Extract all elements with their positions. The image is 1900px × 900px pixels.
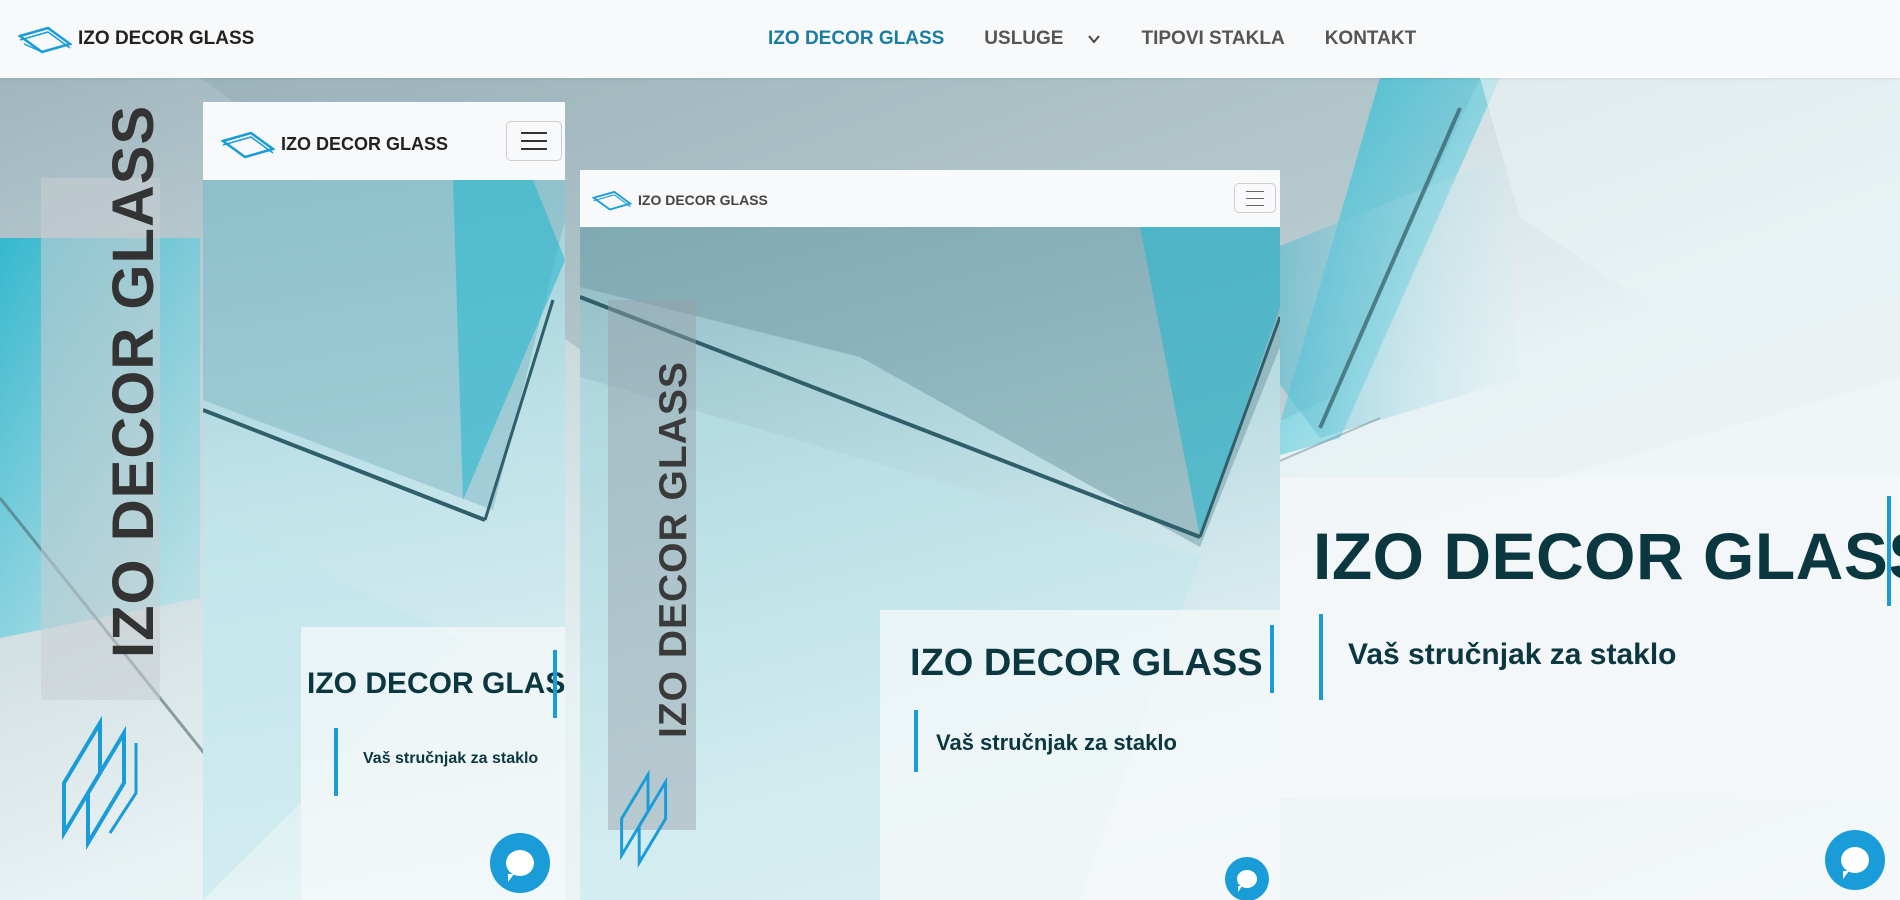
- chevron-down-icon[interactable]: [1087, 32, 1101, 46]
- brand-name: IZO DECOR GLASS: [78, 28, 255, 49]
- tablet-vertical-text: IZO DECOR GLASS: [652, 361, 695, 738]
- mobile-hamburger-button[interactable]: [506, 121, 562, 161]
- logo-icon: [592, 190, 632, 211]
- mobile-chat-button[interactable]: [490, 833, 550, 893]
- tablet-brand-name: IZO DECOR GLASS: [638, 192, 768, 208]
- brand-logo-link[interactable]: IZO DECOR GLASS: [18, 24, 254, 54]
- hero-title: IZO DECOR GLASS: [1313, 519, 1900, 593]
- chat-icon: [1237, 870, 1257, 892]
- tablet-preview: IZO DECOR GLASS IZO DECOR GLASS IZO DECO…: [580, 170, 1280, 900]
- tablet-subtitle-bar: [914, 710, 918, 772]
- mobile-brand-name: IZO DECOR GLASS: [281, 133, 449, 154]
- glass-panes-icon: [62, 715, 138, 851]
- tablet-chat-button[interactable]: [1225, 857, 1269, 900]
- main-nav: IZO DECOR GLASS USLUGE TIPOVI STAKLA KON…: [768, 0, 1416, 78]
- nav-item-usluge[interactable]: USLUGE: [984, 28, 1101, 50]
- mobile-preview: IZO DECOR GLASS IZO DECOR GLASS Vaš stru…: [203, 102, 565, 900]
- hamburger-icon: [521, 132, 547, 134]
- mobile-hero-title: IZO DECOR GLASS: [307, 667, 565, 700]
- top-navbar: IZO DECOR GLASS IZO DECOR GLASS USLUGE T…: [0, 0, 1900, 78]
- mobile-navbar: IZO DECOR GLASS: [203, 102, 565, 180]
- nav-item-home[interactable]: IZO DECOR GLASS: [768, 28, 944, 50]
- hero-subtitle: Vaš stručnjak za staklo: [1348, 638, 1677, 671]
- chat-icon: [506, 850, 534, 882]
- hero-accent-bar: [1887, 496, 1891, 606]
- mobile-brand-link[interactable]: IZO DECOR GLASS: [221, 129, 448, 159]
- tablet-accent-bar: [1270, 625, 1274, 693]
- logo-icon: [221, 131, 275, 159]
- hero-subtitle-bar: [1319, 614, 1323, 700]
- mobile-subtitle-bar: [334, 728, 338, 796]
- tablet-hamburger-button[interactable]: [1234, 183, 1276, 213]
- tablet-hero-subtitle: Vaš stručnjak za staklo: [936, 730, 1177, 755]
- nav-item-kontakt[interactable]: KONTAKT: [1325, 28, 1416, 50]
- logo-icon: [18, 26, 72, 54]
- nav-item-usluge-label[interactable]: USLUGE: [984, 28, 1063, 50]
- tablet-brand-link[interactable]: IZO DECOR GLASS: [592, 189, 768, 211]
- mobile-accent-bar: [553, 650, 557, 718]
- hero-vertical-text: IZO DECOR GLASS: [101, 104, 166, 658]
- nav-item-tipovi-stakla[interactable]: TIPOVI STAKLA: [1141, 28, 1284, 50]
- hamburger-icon: [1246, 190, 1264, 192]
- tablet-navbar: IZO DECOR GLASS: [580, 170, 1280, 227]
- tablet-hero-title: IZO DECOR GLASS: [910, 642, 1263, 684]
- glass-panes-icon: [620, 769, 668, 868]
- chat-button[interactable]: [1825, 830, 1885, 890]
- mobile-hero-subtitle: Vaš stručnjak za staklo: [363, 750, 539, 767]
- chat-icon: [1841, 847, 1869, 879]
